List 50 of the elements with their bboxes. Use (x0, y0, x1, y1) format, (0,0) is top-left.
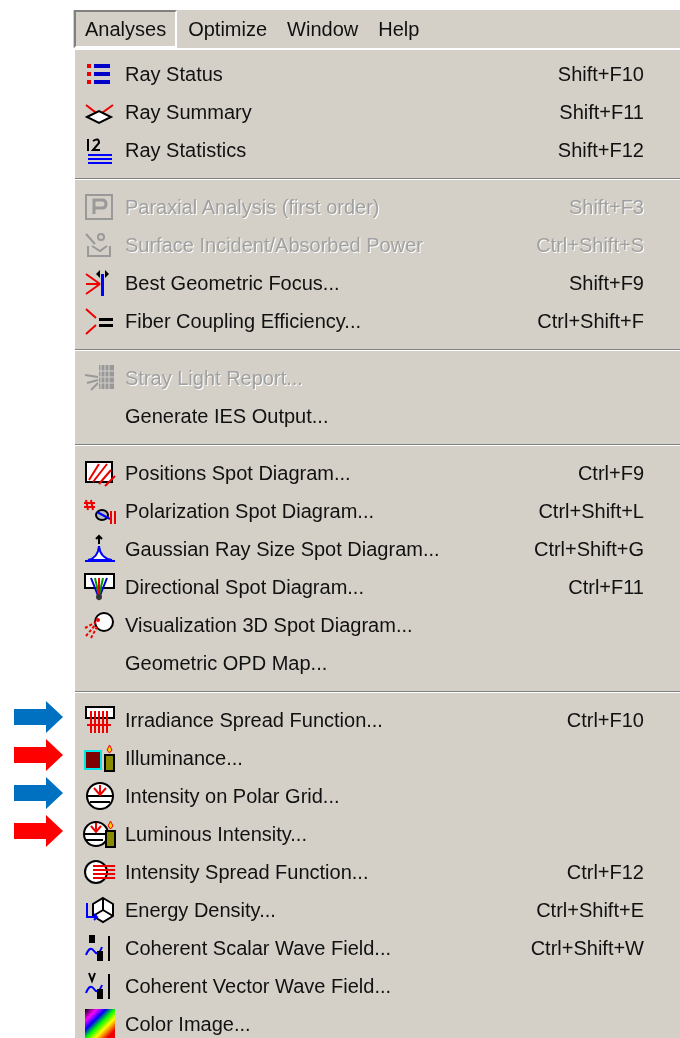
menu-item[interactable]: Polarization Spot Diagram... Ctrl+Shift+L (75, 492, 680, 530)
energy-density-icon (83, 895, 117, 925)
luminous-intensity-icon (83, 819, 117, 849)
menu-item[interactable]: Intensity Spread Function... Ctrl+F12 (75, 853, 680, 891)
spot-diagram-icon (83, 458, 117, 488)
shortcut-text: Ctrl+Shift+L (538, 499, 644, 524)
directional-icon (83, 572, 117, 602)
menu-item[interactable]: Ray Status Shift+F10 (75, 55, 680, 93)
menu-item[interactable]: Ray Statistics Shift+F12 (75, 131, 680, 169)
menu-item[interactable]: Luminous Intensity... (75, 815, 680, 853)
shortcut-text: Ctrl+Shift+W (530, 936, 644, 961)
menu-item[interactable]: Color Image... (75, 1005, 680, 1038)
shortcut-text: Ctrl+Shift+E (536, 898, 644, 923)
shortcut-text: Ctrl+F10 (566, 708, 644, 733)
menu-item[interactable]: Visualization 3D Spot Diagram... (75, 606, 680, 644)
shortcut-text: Ctrl+Shift+F (537, 309, 644, 334)
shortcut-text: Ctrl+Shift+G (533, 537, 644, 562)
color-image-icon (83, 1009, 117, 1038)
menu-item[interactable]: Best Geometric Focus... Shift+F9 (75, 264, 680, 302)
intensity-spread-icon (83, 857, 117, 887)
menu-item[interactable]: Ray Summary Shift+F11 (75, 93, 680, 131)
gaussian-icon (83, 534, 117, 564)
shortcut-text: Ctrl+F9 (577, 461, 644, 486)
shortcut-text: Shift+F12 (557, 138, 644, 163)
menu-item[interactable]: Illuminance... (75, 739, 680, 777)
stray-light-icon (83, 363, 117, 393)
menu-item[interactable]: Irradiance Spread Function... Ctrl+F10 (75, 701, 680, 739)
shortcut-text: Shift+F9 (568, 271, 644, 296)
shortcut-text: Ctrl+F11 (568, 575, 644, 600)
menu-item[interactable]: Energy Density... Ctrl+Shift+E (75, 891, 680, 929)
menu-item[interactable]: Intensity on Polar Grid... (75, 777, 680, 815)
shortcut-text: Ctrl+F12 (566, 860, 644, 885)
menu-bar-item[interactable]: Window (278, 10, 368, 48)
menu-item[interactable]: Gaussian Ray Size Spot Diagram... Ctrl+Shift+G (75, 530, 680, 568)
menu-bar-item[interactable]: Help (369, 10, 429, 48)
irradiance-icon (83, 705, 117, 735)
menu-bar-item[interactable]: Optimize (179, 10, 277, 48)
visualization-icon (83, 610, 117, 640)
polar-grid-icon (83, 781, 117, 811)
menu-item[interactable]: Coherent Scalar Wave Field... Ctrl+Shift+W (75, 929, 680, 967)
shortcut-text: Shift+F10 (557, 62, 644, 87)
menu-item[interactable]: Directional Spot Diagram... Ctrl+F11 (75, 568, 680, 606)
menu-item[interactable]: Fiber Coupling Efficiency... Ctrl+Shift+F (75, 302, 680, 340)
shortcut-text: Shift+F11 (559, 100, 644, 125)
menu-item[interactable]: Geometric OPD Map... (75, 644, 680, 682)
illuminance-icon (83, 743, 117, 773)
menu-bar-item[interactable]: Analyses (74, 10, 178, 48)
menu-item[interactable]: Positions Spot Diagram... Ctrl+F9 (75, 454, 680, 492)
menu-item[interactable]: Coherent Vector Wave Field... (75, 967, 680, 1005)
menu-item[interactable]: Generate IES Output... (75, 397, 680, 435)
